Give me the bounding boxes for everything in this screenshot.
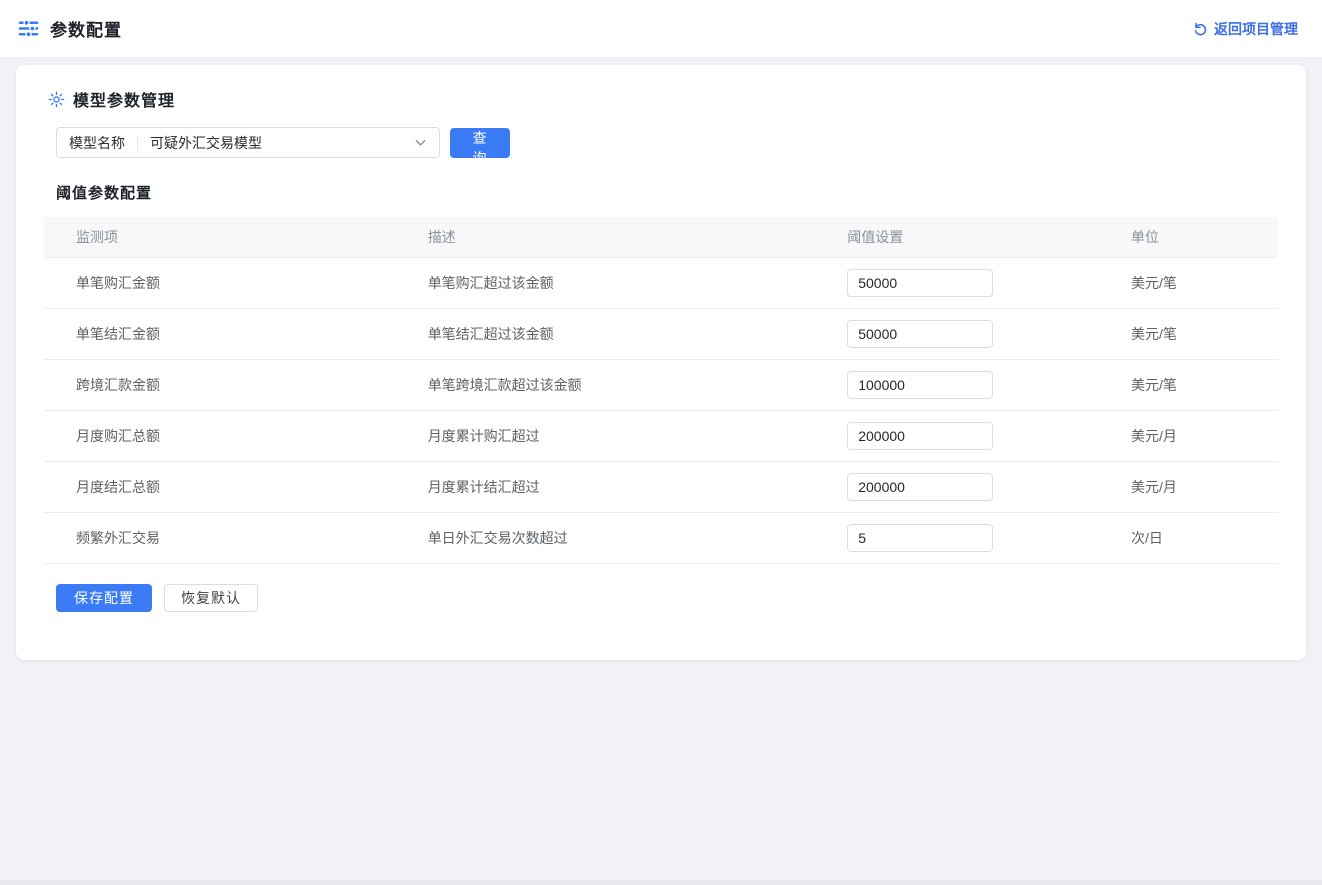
sliders-icon bbox=[17, 17, 40, 40]
query-row: 模型名称 可疑外汇交易模型 查询 bbox=[56, 127, 1278, 158]
threshold-input[interactable] bbox=[847, 422, 993, 450]
threshold-input[interactable] bbox=[847, 371, 993, 399]
threshold-input[interactable] bbox=[847, 320, 993, 348]
save-config-button[interactable]: 保存配置 bbox=[56, 584, 152, 612]
column-header-threshold: 阈值设置 bbox=[815, 217, 1099, 257]
description-cell: 单笔结汇超过该金额 bbox=[396, 308, 816, 359]
model-parameter-card: 模型参数管理 模型名称 可疑外汇交易模型 查询 阈值参数配置 bbox=[16, 65, 1306, 660]
column-header-description: 描述 bbox=[396, 217, 816, 257]
restore-default-button[interactable]: 恢复默认 bbox=[164, 584, 258, 612]
query-button[interactable]: 查询 bbox=[450, 128, 510, 158]
window-bottom-edge bbox=[0, 880, 1322, 885]
undo-icon bbox=[1193, 21, 1208, 36]
model-name-label: 模型名称 bbox=[57, 133, 137, 153]
table-row: 跨境汇款金额 单笔跨境汇款超过该金额 美元/笔 bbox=[44, 359, 1278, 410]
back-to-project-link[interactable]: 返回项目管理 bbox=[1193, 19, 1298, 39]
action-buttons-row: 保存配置 恢复默认 bbox=[56, 584, 1278, 612]
threshold-input[interactable] bbox=[847, 269, 993, 297]
description-cell: 月度累计结汇超过 bbox=[396, 461, 816, 512]
section-title: 模型参数管理 bbox=[73, 87, 175, 111]
chevron-down-icon bbox=[414, 136, 427, 149]
item-cell: 跨境汇款金额 bbox=[44, 359, 396, 410]
card-section-head: 模型参数管理 bbox=[48, 87, 1278, 111]
page-content: 模型参数管理 模型名称 可疑外汇交易模型 查询 阈值参数配置 bbox=[0, 57, 1322, 668]
threshold-input[interactable] bbox=[847, 524, 993, 552]
item-cell: 频繁外汇交易 bbox=[44, 512, 396, 563]
threshold-section-title: 阈值参数配置 bbox=[56, 182, 1278, 203]
item-cell: 单笔购汇金额 bbox=[44, 257, 396, 308]
item-cell: 月度结汇总额 bbox=[44, 461, 396, 512]
unit-cell: 美元/笔 bbox=[1099, 308, 1278, 359]
gear-icon bbox=[48, 91, 65, 108]
model-name-select[interactable]: 模型名称 可疑外汇交易模型 bbox=[56, 127, 440, 158]
page-title: 参数配置 bbox=[50, 16, 122, 41]
table-row: 月度购汇总额 月度累计购汇超过 美元/月 bbox=[44, 410, 1278, 461]
unit-cell: 美元/笔 bbox=[1099, 359, 1278, 410]
table-row: 频繁外汇交易 单日外汇交易次数超过 次/日 bbox=[44, 512, 1278, 563]
table-header-row: 监测项 描述 阈值设置 单位 bbox=[44, 217, 1278, 257]
back-link-label: 返回项目管理 bbox=[1214, 19, 1298, 39]
description-cell: 月度累计购汇超过 bbox=[396, 410, 816, 461]
table-row: 单笔购汇金额 单笔购汇超过该金额 美元/笔 bbox=[44, 257, 1278, 308]
model-name-value: 可疑外汇交易模型 bbox=[150, 133, 414, 153]
item-cell: 单笔结汇金额 bbox=[44, 308, 396, 359]
description-cell: 单日外汇交易次数超过 bbox=[396, 512, 816, 563]
select-label-divider bbox=[137, 135, 138, 151]
column-header-item: 监测项 bbox=[44, 217, 396, 257]
table-row: 月度结汇总额 月度累计结汇超过 美元/月 bbox=[44, 461, 1278, 512]
item-cell: 月度购汇总额 bbox=[44, 410, 396, 461]
description-cell: 单笔购汇超过该金额 bbox=[396, 257, 816, 308]
unit-cell: 次/日 bbox=[1099, 512, 1278, 563]
unit-cell: 美元/月 bbox=[1099, 410, 1278, 461]
threshold-input[interactable] bbox=[847, 473, 993, 501]
description-cell: 单笔跨境汇款超过该金额 bbox=[396, 359, 816, 410]
unit-cell: 美元/笔 bbox=[1099, 257, 1278, 308]
unit-cell: 美元/月 bbox=[1099, 461, 1278, 512]
threshold-table: 监测项 描述 阈值设置 单位 单笔购汇金额 单笔购汇超过该金额 美元/笔 单笔结… bbox=[44, 217, 1278, 564]
top-header-bar: 参数配置 返回项目管理 bbox=[0, 0, 1322, 57]
table-row: 单笔结汇金额 单笔结汇超过该金额 美元/笔 bbox=[44, 308, 1278, 359]
column-header-unit: 单位 bbox=[1099, 217, 1278, 257]
